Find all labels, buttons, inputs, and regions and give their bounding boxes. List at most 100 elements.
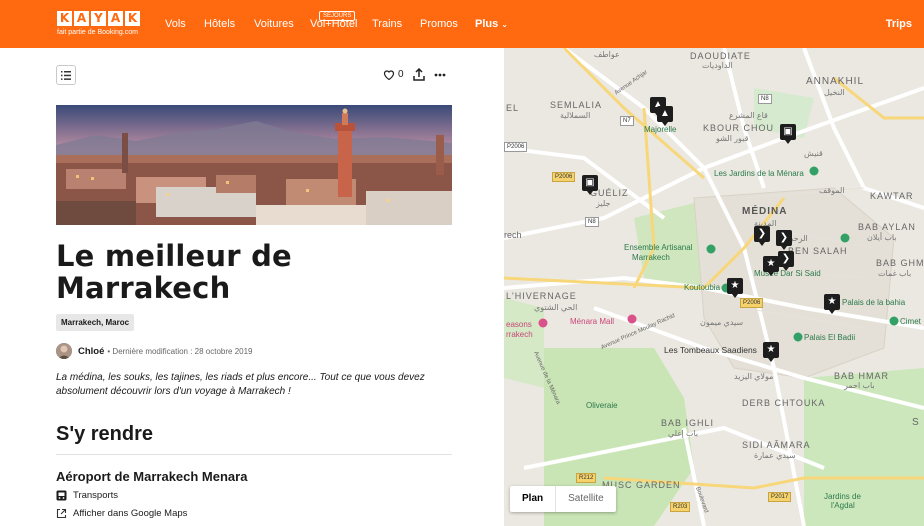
article-intro: La médina, les souks, les tajines, les r…: [56, 372, 425, 397]
park-poi-icon: [840, 233, 850, 243]
bus-icon: ▣: [585, 177, 595, 188]
place-title[interactable]: Aéroport de Marrakech Menara: [56, 469, 247, 484]
map-label: L'HIVERNAGE: [506, 291, 577, 301]
nav-voitures[interactable]: Voitures: [254, 18, 294, 30]
google-maps-link[interactable]: Afficher dans Google Maps: [56, 508, 187, 519]
shopping-poi-icon: [538, 318, 548, 328]
map-label: rrakech: [506, 330, 533, 339]
map-label: MÉDINA: [742, 206, 788, 217]
logo-letter: K: [57, 11, 72, 26]
location-tag[interactable]: Marrakech, Maroc: [56, 314, 135, 331]
logo-letter: A: [74, 11, 89, 26]
map-marker-attraction[interactable]: ★: [763, 342, 779, 362]
external-link-icon: [56, 508, 67, 519]
map-label: Koutoubia: [684, 283, 721, 292]
map-label: DERB CHTOUKA: [742, 398, 826, 408]
map-label: Palais de la bahia: [842, 298, 906, 307]
like-button[interactable]: 0: [383, 69, 404, 80]
nav-vols[interactable]: Vols: [165, 18, 186, 30]
map-marker-attraction[interactable]: ★: [824, 294, 840, 314]
nav-vol-hotel[interactable]: Vol+Hôtel: [310, 18, 357, 30]
nav-plus[interactable]: Plus ⌄: [475, 18, 508, 30]
map-label: Oliveraie: [586, 401, 618, 410]
map-label: الموقف: [819, 186, 845, 195]
road-tag: P2006: [740, 298, 764, 308]
map-type-satellite-button[interactable]: Satellite: [555, 486, 616, 512]
author-name[interactable]: Chloé: [78, 346, 104, 357]
map-label: جليز: [596, 199, 611, 208]
map-label: قاع المشرع: [729, 111, 768, 120]
more-options-icon[interactable]: [434, 73, 446, 77]
map-label: ANNAKHIL: [806, 76, 865, 87]
map-label: SIDI AÂMARA: [742, 440, 811, 450]
map-label: باب غمات: [878, 269, 912, 278]
map-label: باب احمر: [844, 381, 875, 390]
park-poi-icon: [809, 166, 819, 176]
map-marker-hotel[interactable]: ▲: [657, 106, 673, 126]
map-label: BAB IGHLI: [661, 418, 715, 428]
map-panel[interactable]: DAOUDIATE الداوديات عواطف ANNAKHIL النخي…: [504, 48, 924, 526]
map-label: Ménara Mall: [570, 317, 615, 326]
road-tag: N8: [585, 217, 599, 227]
map-label: BAB HMAR: [834, 371, 890, 381]
map-label: BEN SALAH: [788, 246, 848, 256]
article-actions: 0: [383, 68, 446, 81]
divider: [56, 454, 452, 455]
map-marker-restaurant[interactable]: ❯: [754, 226, 770, 246]
bus-icon: [56, 490, 67, 501]
star-icon: ★: [766, 258, 776, 269]
nav-plus-label: Plus: [475, 18, 499, 30]
map-label: Les Jardins de la Ménara: [714, 169, 804, 178]
hero-image-marrakech-skyline: [56, 105, 452, 225]
map-marker-bus[interactable]: ▣: [582, 175, 598, 195]
restaurant-icon: ❯: [779, 232, 789, 243]
road-tag: R212: [576, 473, 597, 483]
section-title: S'y rendre: [56, 423, 154, 445]
map-marker-bus[interactable]: ▣: [780, 124, 796, 144]
table-of-contents-button[interactable]: [56, 65, 76, 85]
map-marker-restaurant[interactable]: ❯: [776, 230, 792, 250]
kayak-logo[interactable]: K A Y A K fait partie de Booking.com: [57, 11, 140, 36]
road-tag: R203: [670, 502, 691, 512]
road-tag: N7: [620, 116, 634, 126]
google-maps-link-label: Afficher dans Google Maps: [73, 508, 188, 519]
cemetery-poi-icon: [889, 316, 899, 326]
bus-icon: ▣: [783, 126, 793, 137]
map-label: Marrakech: [632, 253, 670, 262]
map-marker-restaurant[interactable]: ❯: [778, 251, 794, 271]
map-marker-attraction[interactable]: ★: [727, 278, 743, 298]
nav-promos[interactable]: Promos: [420, 18, 458, 30]
nav-trips[interactable]: Trips: [886, 18, 912, 30]
map-label: EL: [506, 103, 520, 113]
map-label: KBOUR CHOU: [703, 123, 775, 133]
heart-icon: [383, 70, 395, 80]
map-label: Cimet: [900, 317, 921, 326]
nav-trains[interactable]: Trains: [372, 18, 402, 30]
share-icon[interactable]: [412, 68, 425, 81]
map-marker-attraction[interactable]: ★: [763, 256, 779, 276]
map-label: DAOUDIATE: [690, 51, 751, 61]
map-label: rech: [504, 230, 522, 240]
map-label: عواطف: [594, 50, 620, 59]
map-label: الحي الشتوي: [534, 303, 578, 312]
top-navigation-bar: K A Y A K fait partie de Booking.com Vol…: [0, 0, 924, 48]
map-label: Jardins de: [824, 492, 861, 501]
park-poi-icon: [706, 244, 716, 254]
logo-letters: K A Y A K: [57, 11, 140, 26]
map-label: الداوديات: [702, 61, 733, 70]
page-title: Le meilleur de Marrakech: [56, 239, 292, 305]
nav-hotels[interactable]: Hôtels: [204, 18, 235, 30]
star-icon: ★: [827, 296, 837, 307]
road-tag: P2017: [768, 492, 792, 502]
map-label: Ensemble Artisanal: [624, 243, 693, 252]
place-category: Transports: [56, 490, 118, 501]
logo-letter: A: [108, 11, 123, 26]
map-label: Les Tombeaux Saadiens: [664, 345, 757, 355]
map-label: باب أيلان: [867, 233, 897, 242]
map-label: سيدي عمارة: [754, 451, 796, 460]
map-label: KAWTAR: [870, 191, 914, 201]
star-icon: ★: [730, 280, 740, 291]
avatar[interactable]: [56, 343, 72, 359]
article-panel: 0 Le meilleur de Marrakech Marrakech, Ma…: [0, 48, 504, 526]
map-type-plan-button[interactable]: Plan: [510, 486, 555, 512]
